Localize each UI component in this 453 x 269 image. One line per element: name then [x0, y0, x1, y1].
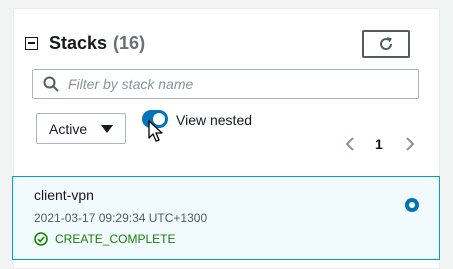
previous-page-icon[interactable] [343, 136, 357, 152]
stack-created-time: 2021-03-17 09:29:34 UTC+1300 [34, 211, 208, 225]
stack-count: (16) [113, 32, 146, 53]
status-filter-value: Active [49, 120, 88, 137]
collapse-icon[interactable] [25, 36, 38, 50]
status-filter-select[interactable]: Active [36, 113, 126, 144]
refresh-button[interactable] [362, 30, 410, 58]
search-icon [43, 76, 59, 92]
stack-card[interactable]: client-vpn 2021-03-17 09:29:34 UTC+1300 … [12, 176, 440, 260]
stack-select-radio[interactable] [405, 198, 419, 212]
view-nested-label: View nested [176, 112, 253, 128]
mouse-pointer-icon [148, 120, 163, 142]
caret-down-icon [101, 125, 113, 133]
stack-status-text: CREATE_COMPLETE [55, 232, 176, 246]
stack-name: client-vpn [34, 187, 94, 203]
stack-status: CREATE_COMPLETE [34, 232, 175, 246]
next-page-icon[interactable] [403, 136, 417, 152]
panel-header: Stacks (16) [25, 33, 145, 53]
refresh-icon [380, 37, 393, 50]
current-page-number[interactable]: 1 [375, 136, 383, 152]
page-title: Stacks [49, 32, 108, 53]
search-input[interactable] [68, 76, 418, 92]
search-field[interactable] [32, 69, 419, 99]
success-check-icon [34, 232, 48, 246]
